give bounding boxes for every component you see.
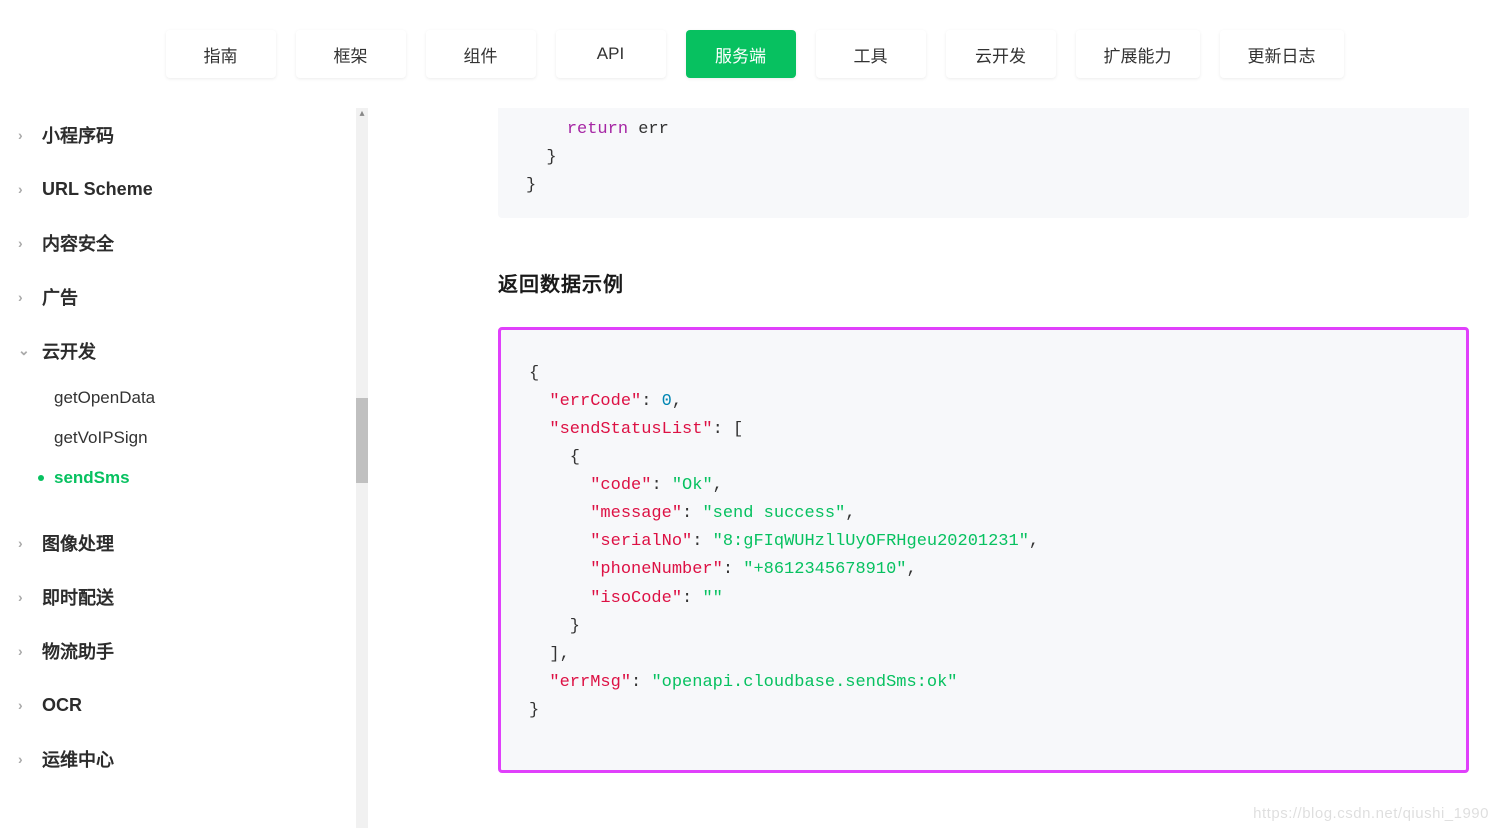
json-key: "serialNo" [590, 532, 692, 551]
sidebar-item-delivery[interactable]: › 即时配送 [8, 570, 368, 624]
chevron-right-icon: › [18, 127, 36, 143]
json-key: "message" [590, 504, 682, 523]
sidebar-item-content-security[interactable]: › 内容安全 [8, 216, 368, 270]
chevron-right-icon: › [18, 697, 36, 713]
json-value: "send success" [702, 504, 845, 523]
sidebar-subitem-label: getVoIPSign [54, 428, 148, 448]
json-key: "errMsg" [549, 673, 631, 692]
sidebar-item-logistics[interactable]: › 物流助手 [8, 624, 368, 678]
sidebar-subitem-getopendata[interactable]: getOpenData [8, 378, 368, 418]
watermark-text: https://blog.csdn.net/qiushi_1990 [1253, 805, 1489, 822]
json-key: "phoneNumber" [590, 560, 723, 579]
sidebar-item-label: 即时配送 [42, 584, 114, 610]
json-key: "errCode" [549, 392, 641, 411]
nav-tab-tools[interactable]: 工具 [816, 30, 926, 78]
content-area: return err } } 返回数据示例 { "errCode": 0, "s… [368, 108, 1509, 828]
sidebar-subitem-sendsms[interactable]: sendSms [8, 458, 368, 498]
nav-tab-label: 云开发 [975, 42, 1026, 67]
chevron-right-icon: › [18, 235, 36, 251]
code-snippet-catch: return err } } [498, 108, 1469, 218]
chevron-right-icon: › [18, 181, 36, 197]
json-value: "Ok" [672, 476, 713, 495]
sidebar-item-ocr[interactable]: › OCR [8, 678, 368, 732]
chevron-down-icon: ⌄ [18, 342, 36, 359]
top-nav: 指南 框架 组件 API 服务端 工具 云开发 扩展能力 更新日志 [0, 0, 1509, 108]
section-title-return-example: 返回数据示例 [498, 268, 1469, 297]
json-value: "openapi.cloudbase.sendSms:ok" [651, 673, 957, 692]
json-key: "sendStatusList" [549, 420, 712, 439]
sidebar-item-ad[interactable]: › 广告 [8, 270, 368, 324]
nav-tab-cloud[interactable]: 云开发 [946, 30, 1056, 78]
chevron-right-icon: › [18, 535, 36, 551]
nav-tab-changelog[interactable]: 更新日志 [1220, 30, 1344, 78]
sidebar-item-miniprogram-code[interactable]: › 小程序码 [8, 108, 368, 162]
code-snippet-json-response: { "errCode": 0, "sendStatusList": [ { "c… [498, 327, 1469, 773]
json-value: "+8612345678910" [743, 560, 906, 579]
json-key: "code" [590, 476, 651, 495]
nav-tab-label: 指南 [204, 42, 238, 67]
nav-tab-component[interactable]: 组件 [426, 30, 536, 78]
nav-tab-api[interactable]: API [556, 30, 666, 78]
json-key: "isoCode" [590, 589, 682, 608]
sidebar-item-label: 图像处理 [42, 530, 114, 556]
nav-tab-label: 更新日志 [1248, 42, 1316, 67]
sidebar-item-image-proc[interactable]: › 图像处理 [8, 516, 368, 570]
sidebar-subitem-getvoipsign[interactable]: getVoIPSign [8, 418, 368, 458]
chevron-right-icon: › [18, 589, 36, 605]
sidebar-item-label: 小程序码 [42, 122, 114, 148]
sidebar-item-cloud-dev[interactable]: ⌄ 云开发 [8, 324, 368, 378]
nav-tab-label: 扩展能力 [1104, 42, 1172, 67]
nav-tab-server[interactable]: 服务端 [686, 30, 796, 78]
json-value: "8:gFIqWUHzllUyOFRHgeu20201231" [713, 532, 1029, 551]
nav-tab-extend[interactable]: 扩展能力 [1076, 30, 1200, 78]
chevron-right-icon: › [18, 643, 36, 659]
sidebar-item-url-scheme[interactable]: › URL Scheme [8, 162, 368, 216]
sidebar-item-label: 物流助手 [42, 638, 114, 664]
sidebar-item-ops-center[interactable]: › 运维中心 [8, 732, 368, 786]
sidebar-item-label: 广告 [42, 284, 78, 310]
nav-tab-label: 框架 [334, 42, 368, 67]
code-keyword: return [567, 120, 628, 139]
sidebar-item-label: OCR [42, 695, 82, 716]
chevron-right-icon: › [18, 751, 36, 767]
code-var: err [638, 120, 669, 139]
chevron-right-icon: › [18, 289, 36, 305]
nav-tab-label: 工具 [854, 42, 888, 67]
json-value: "" [702, 589, 722, 608]
sidebar-item-label: 内容安全 [42, 230, 114, 256]
sidebar-subitem-label: sendSms [54, 468, 130, 488]
sidebar-item-label: 运维中心 [42, 746, 114, 772]
sidebar-item-label: URL Scheme [42, 179, 153, 200]
nav-tab-framework[interactable]: 框架 [296, 30, 406, 78]
nav-tab-guide[interactable]: 指南 [166, 30, 276, 78]
nav-tab-label: API [597, 44, 624, 64]
sidebar: › 小程序码 › URL Scheme › 内容安全 › 广告 ⌄ 云开发 getOpen… [0, 108, 368, 828]
sidebar-item-label: 云开发 [42, 338, 96, 364]
json-value: 0 [662, 392, 672, 411]
nav-tab-label: 组件 [464, 42, 498, 67]
nav-tab-label: 服务端 [715, 42, 766, 67]
sidebar-subitem-label: getOpenData [54, 388, 155, 408]
